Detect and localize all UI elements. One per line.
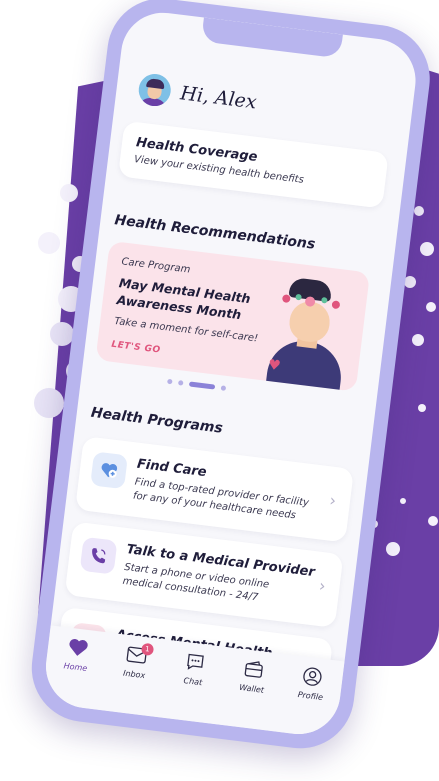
tab-label: Inbox (122, 668, 146, 681)
tab-profile[interactable]: Profile (284, 663, 340, 704)
programs-heading: Health Programs (89, 404, 224, 437)
tab-chat[interactable]: Chat (167, 648, 223, 689)
heart-icon (66, 636, 91, 661)
chevron-right-icon: › (318, 575, 327, 596)
tab-inbox[interactable]: 1 Inbox (108, 641, 164, 682)
decor-dot (428, 516, 438, 526)
phone-frame: Hi, Alex Health Coverage View your exist… (25, 0, 436, 755)
chevron-right-icon: › (328, 490, 338, 511)
pager-dot[interactable] (167, 378, 173, 385)
promo-headline: May Mental Health Awareness Month (116, 275, 252, 323)
pager-dot[interactable] (177, 380, 184, 386)
inbox-badge: 1 (140, 642, 154, 657)
greeting-text: Hi, Alex (179, 82, 258, 114)
phone-mockup: Hi, Alex Health Coverage View your exist… (0, 0, 439, 781)
promo-eyebrow: Care Program (120, 256, 191, 276)
tab-home[interactable]: Home (49, 634, 105, 675)
user-icon (301, 664, 326, 689)
chat-icon (183, 650, 208, 675)
tab-label: Wallet (238, 682, 265, 695)
avatar[interactable] (136, 72, 173, 108)
heart-plus-icon (90, 451, 128, 490)
tab-label: Home (63, 661, 88, 674)
tab-label: Chat (183, 676, 203, 688)
lets-go-link[interactable]: LET'S GO (111, 340, 161, 356)
health-coverage-card[interactable]: Health Coverage View your existing healt… (117, 120, 389, 209)
app-screen: Hi, Alex Health Coverage View your exist… (41, 8, 421, 739)
phone-notch (201, 17, 343, 59)
pager-dot[interactable] (220, 385, 227, 391)
tab-wallet[interactable]: Wallet (225, 655, 281, 696)
program-subtitle: Find a top-rated provider or facility fo… (132, 476, 310, 522)
carousel-pager[interactable] (167, 378, 227, 391)
tab-label: Profile (297, 690, 324, 703)
heart-icon: ♥ (267, 356, 282, 375)
mental-health-illustration: ♥ (248, 267, 361, 392)
pager-dot-active[interactable] (188, 381, 216, 390)
wallet-icon (242, 657, 267, 682)
greeting-row: Hi, Alex (136, 72, 259, 118)
mental-health-promo-card[interactable]: Care Program May Mental Health Awareness… (95, 240, 371, 392)
phone-call-icon (79, 536, 118, 575)
